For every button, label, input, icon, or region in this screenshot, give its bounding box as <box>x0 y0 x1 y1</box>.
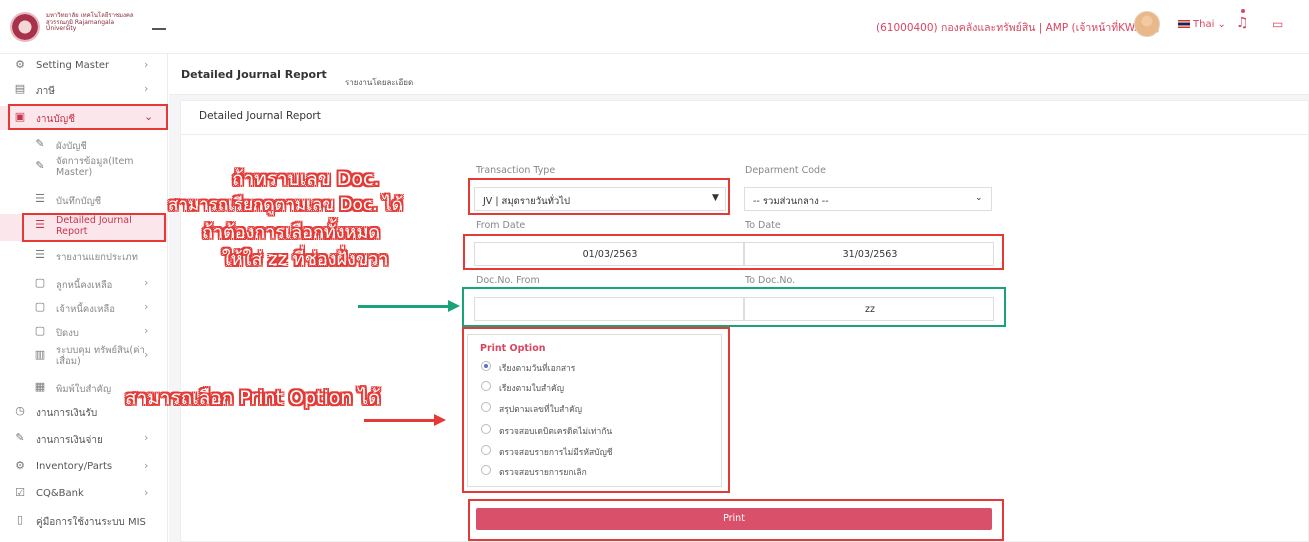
sidebar-item-inventory[interactable]: ⚙ Inventory/Parts › <box>0 455 168 479</box>
annotation-box-doc-numbers <box>462 287 1006 327</box>
sidebar-item-manual[interactable]: ▯ คู่มือการใช้งานระบบ MIS <box>0 509 168 533</box>
department-value: -- รวมส่วนกลาง -- <box>753 196 829 207</box>
language-selector[interactable]: Thai ⌄ <box>1178 19 1226 30</box>
chevron-right-icon: › <box>144 486 149 499</box>
sidebar-item-label: Setting Master <box>36 60 110 71</box>
user-info[interactable]: (61000400) กองคลังและทรัพย์สิน | AMP (เจ… <box>876 19 1160 36</box>
language-label: Thai <box>1193 19 1215 30</box>
sidebar-subitem-journal-entry[interactable]: ☰ บันทึกบัญชี <box>0 188 168 212</box>
doc-to-label: To Doc.No. <box>745 275 796 286</box>
chevron-down-icon: ⌄ <box>975 193 983 203</box>
sidebar-item-label: CQ&Bank <box>36 488 84 499</box>
annotation-arrow-green <box>358 305 450 308</box>
annotation-box-detailed-journal <box>22 213 166 242</box>
sidebar-item-label: เจ้าหนี้คงเหลือ <box>56 304 115 315</box>
chevron-right-icon: › <box>144 276 149 289</box>
top-bar: มหาวิทยาลัย เทคโนโลยีราชมงคลสุวรรณภูมิ R… <box>0 0 1309 54</box>
sidebar-subitem-payables[interactable]: ▢ เจ้าหนี้คงเหลือ › <box>0 296 168 320</box>
university-logo <box>10 12 40 42</box>
archive-icon: ▥ <box>34 348 46 361</box>
sidebar-item-label: ลูกหนี้คงเหลือ <box>56 280 113 291</box>
chevron-right-icon: › <box>144 348 149 361</box>
to-date-label: To Date <box>745 220 781 231</box>
sidebar-item-label: รายงานแยกประเภท <box>56 252 138 263</box>
sidebar-item-tax[interactable]: ▤ ภาษี › <box>0 78 168 102</box>
gear-icon: ⚙ <box>15 459 25 472</box>
chevron-right-icon: › <box>144 300 149 313</box>
doc-from-label: Doc.No. From <box>476 275 540 286</box>
sidebar-item-label: บันทึกบัญชี <box>56 196 102 207</box>
clock-icon: ◷ <box>15 404 25 417</box>
sidebar-item-setting-master[interactable]: ⚙ Setting Master › <box>0 54 168 78</box>
arrow-head-icon <box>448 300 460 312</box>
card-title: Detailed Journal Report <box>199 110 321 122</box>
edit-icon: ✎ <box>15 431 25 444</box>
annotation-text: สามารถเลือก Print Option ได้ <box>125 387 381 409</box>
sidebar-item-label: คู่มือการใช้งานระบบ MIS <box>36 517 146 528</box>
box-icon: ▢ <box>34 324 46 337</box>
page-subtitle: รายงานโดยละเอียด <box>345 78 414 87</box>
hamburger-icon[interactable] <box>152 28 166 30</box>
transaction-type-label: Transaction Type <box>476 165 556 176</box>
annotation-box-transaction-type <box>468 178 730 215</box>
box-icon: ▢ <box>34 276 46 289</box>
gear-icon: ⚙ <box>15 58 25 71</box>
sidebar-item-label: ปิดงบ <box>56 328 79 339</box>
sidebar-item-label: งานการเงินรับ <box>36 408 98 419</box>
sidebar-subitem-ledger-report[interactable]: ☰ รายงานแยกประเภท <box>0 244 168 268</box>
sidebar-item-label: ภาษี <box>36 86 55 97</box>
annotation-text: ให้ใส่ zz ที่ช่องฝั่งขวา <box>222 249 389 270</box>
breadcrumb: Detailed Journal Report รายงานโดยละเอียด <box>169 54 1309 95</box>
doc-icon: ▤ <box>14 82 26 95</box>
annotation-box-dates <box>463 234 1004 270</box>
list-icon: ☰ <box>35 248 45 261</box>
box-icon: ▢ <box>34 300 46 313</box>
sidebar-item-label: ระบบคุม ทรัพย์สิน(ค่าเสื่อม) <box>56 345 145 367</box>
annotation-text: ถ้าทราบเลข Doc. <box>232 168 380 190</box>
thai-flag-icon <box>1178 20 1190 28</box>
sidebar-subitem-item-master[interactable]: ✎ จัดการข้อมูล(Item Master) <box>0 155 168 185</box>
edit-icon: ✎ <box>35 159 45 172</box>
sidebar-item-label: พิมพ์ใบสำคัญ <box>56 384 112 395</box>
chevron-right-icon: › <box>144 58 149 71</box>
department-select[interactable]: -- รวมส่วนกลาง -- ⌄ <box>744 187 992 211</box>
sidebar-subitem-chart-of-accounts[interactable]: ✎ ผังบัญชี <box>0 133 168 157</box>
annotation-arrow-red <box>364 419 436 422</box>
divider <box>181 134 1309 135</box>
sidebar-item-label: Inventory/Parts <box>36 461 113 472</box>
sidebar-item-label: จัดการข้อมูล(Item Master) <box>56 156 134 178</box>
arrow-head-icon <box>434 414 446 426</box>
avatar[interactable] <box>1134 11 1160 37</box>
annotation-text: ถ้าต้องการเลือกทั้งหมด <box>202 222 380 243</box>
chevron-right-icon: › <box>144 324 149 337</box>
sidebar-item-cq-bank[interactable]: ☑ CQ&Bank › <box>0 482 168 506</box>
annotation-box-print-button <box>468 499 1004 541</box>
sidebar-item-label: งานการเงินจ่าย <box>36 435 103 446</box>
sidebar-subitem-asset-control[interactable]: ▥ ระบบคุม ทรัพย์สิน(ค่าเสื่อม) › <box>0 344 168 374</box>
list-icon: ☰ <box>35 192 45 205</box>
annotation-box-print-option <box>462 327 730 493</box>
bell-icon[interactable]: ♫ <box>1236 15 1249 31</box>
logo-text: มหาวิทยาลัย เทคโนโลยีราชมงคลสุวรรณภูมิ R… <box>46 12 134 32</box>
annotation-box-accounting <box>8 104 168 130</box>
chat-icon[interactable]: ▭ <box>1272 17 1283 31</box>
sidebar-subitem-receivables[interactable]: ▢ ลูกหนี้คงเหลือ › <box>0 272 168 296</box>
department-label: Deparment Code <box>745 165 826 176</box>
chevron-right-icon: › <box>144 82 149 95</box>
notification-dot <box>1241 9 1245 13</box>
from-date-label: From Date <box>476 220 526 231</box>
check-icon: ☑ <box>15 486 25 499</box>
page-title: Detailed Journal Report <box>181 68 327 81</box>
chevron-right-icon: › <box>144 431 149 444</box>
sidebar-item-label: ผังบัญชี <box>56 141 87 152</box>
print-icon: ▦ <box>34 380 46 393</box>
edit-icon: ✎ <box>35 137 45 150</box>
sidebar-subitem-close-books[interactable]: ▢ ปิดงบ › <box>0 320 168 344</box>
sidebar-item-finance-pay[interactable]: ✎ งานการเงินจ่าย › <box>0 427 168 451</box>
chevron-right-icon: › <box>144 459 149 472</box>
book-icon: ▯ <box>16 513 24 526</box>
annotation-text: สามารถเรียกดูตามเลข Doc. ได้ <box>168 195 403 215</box>
